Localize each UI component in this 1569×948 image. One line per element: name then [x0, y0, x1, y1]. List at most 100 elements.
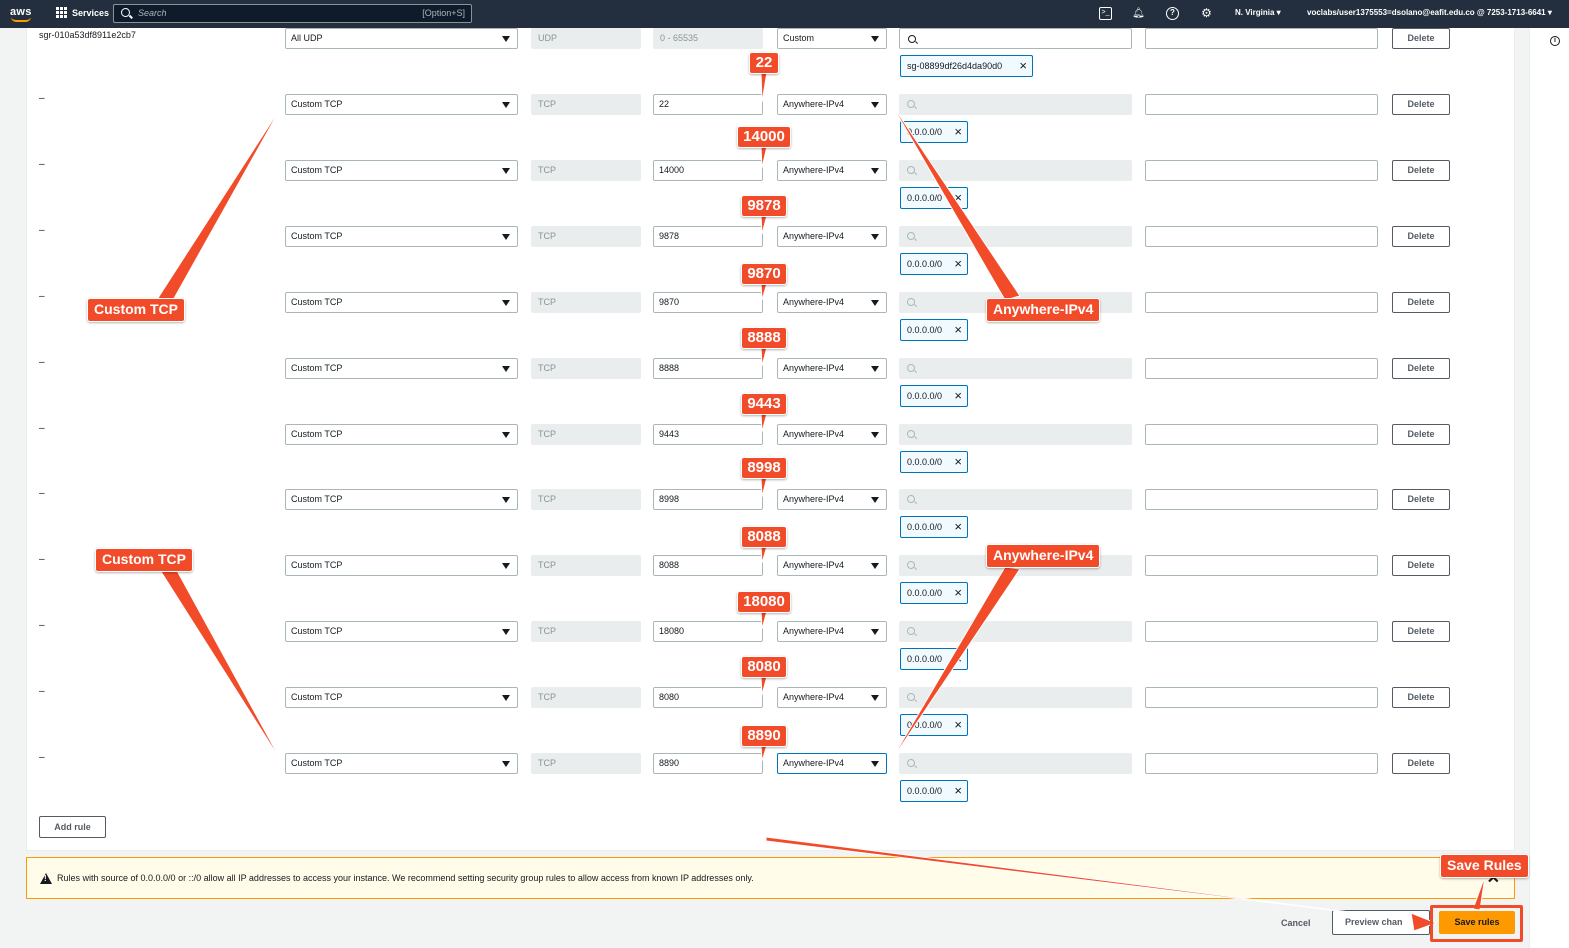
description-input[interactable]: [1145, 753, 1378, 774]
delete-button[interactable]: Delete: [1392, 28, 1450, 49]
port-range-input[interactable]: 9443: [653, 424, 763, 445]
close-icon[interactable]: ×: [954, 520, 962, 533]
cancel-button[interactable]: Cancel: [1281, 918, 1311, 928]
source-type-select[interactable]: Anywhere-IPv4: [777, 489, 887, 510]
description-input[interactable]: [1145, 358, 1378, 379]
global-search-input[interactable]: Search [Option+S]: [113, 4, 472, 23]
delete-button[interactable]: Delete: [1392, 226, 1450, 247]
description-input[interactable]: [1145, 28, 1378, 49]
caret-down-icon: [502, 102, 510, 108]
port-range-input[interactable]: 18080: [653, 621, 763, 642]
source-type-select[interactable]: Anywhere-IPv4: [777, 160, 887, 181]
delete-button[interactable]: Delete: [1392, 687, 1450, 708]
gear-icon[interactable]: ⚙︎: [1200, 7, 1213, 20]
source-search-input[interactable]: [899, 687, 1132, 708]
close-icon[interactable]: ×: [954, 652, 962, 665]
delete-button[interactable]: Delete: [1392, 358, 1450, 379]
source-type-select[interactable]: Anywhere-IPv4: [777, 555, 887, 576]
cloudshell-icon[interactable]: >_: [1099, 7, 1112, 20]
cidr-token: 0.0.0.0/0 ×: [900, 385, 968, 407]
rule-type-select[interactable]: Custom TCP: [285, 292, 518, 313]
info-icon[interactable]: i: [1550, 36, 1560, 46]
source-type-select[interactable]: Anywhere-IPv4: [777, 94, 887, 115]
rule-type-select[interactable]: Custom TCP: [285, 753, 518, 774]
description-input[interactable]: [1145, 555, 1378, 576]
source-type-select[interactable]: Anywhere-IPv4: [777, 424, 887, 445]
source-search-input[interactable]: [899, 489, 1132, 510]
description-input[interactable]: [1145, 621, 1378, 642]
close-icon[interactable]: ×: [954, 191, 962, 204]
source-search-input[interactable]: [899, 226, 1132, 247]
source-type-select[interactable]: Anywhere-IPv4: [777, 753, 887, 774]
delete-button[interactable]: Delete: [1392, 753, 1450, 774]
close-icon[interactable]: ×: [954, 784, 962, 797]
source-search-input[interactable]: [899, 621, 1132, 642]
source-search-input[interactable]: [899, 94, 1132, 115]
port-range-input[interactable]: 8998: [653, 489, 763, 510]
description-input[interactable]: [1145, 489, 1378, 510]
rule-type-select[interactable]: Custom TCP: [285, 358, 518, 379]
source-search-input[interactable]: [899, 160, 1132, 181]
source-type-select[interactable]: Anywhere-IPv4: [777, 226, 887, 247]
bell-icon[interactable]: 🔔︎: [1132, 7, 1145, 20]
description-input[interactable]: [1145, 687, 1378, 708]
delete-button[interactable]: Delete: [1392, 160, 1450, 181]
description-input[interactable]: [1145, 226, 1378, 247]
port-range-input[interactable]: 8888: [653, 358, 763, 379]
description-input[interactable]: [1145, 424, 1378, 445]
close-icon[interactable]: ×: [954, 389, 962, 402]
region-selector[interactable]: N. Virginia ▾: [1235, 8, 1281, 17]
delete-button[interactable]: Delete: [1392, 489, 1450, 510]
annotation-port: 18080: [737, 591, 791, 613]
description-input[interactable]: [1145, 94, 1378, 115]
port-range-input[interactable]: 8080: [653, 687, 763, 708]
close-icon[interactable]: ×: [954, 257, 962, 270]
delete-button[interactable]: Delete: [1392, 424, 1450, 445]
description-input[interactable]: [1145, 160, 1378, 181]
caret-down-icon: [502, 563, 510, 569]
port-range-input[interactable]: 9870: [653, 292, 763, 313]
delete-button[interactable]: Delete: [1392, 621, 1450, 642]
services-menu[interactable]: Services: [56, 7, 109, 18]
delete-button[interactable]: Delete: [1392, 555, 1450, 576]
rule-type-select[interactable]: Custom TCP: [285, 160, 518, 181]
close-icon[interactable]: ×: [954, 125, 962, 138]
source-type-select[interactable]: Anywhere-IPv4: [777, 292, 887, 313]
source-type-select[interactable]: Anywhere-IPv4: [777, 687, 887, 708]
rule-type-select[interactable]: Custom TCP: [285, 424, 518, 445]
description-input[interactable]: [1145, 292, 1378, 313]
source-search-input[interactable]: [899, 753, 1132, 774]
rule-type-value: Custom TCP: [291, 494, 343, 504]
rule-type-select[interactable]: Custom TCP: [285, 555, 518, 576]
source-search-input[interactable]: [899, 358, 1132, 379]
delete-button[interactable]: Delete: [1392, 94, 1450, 115]
source-search-input[interactable]: [899, 28, 1132, 49]
port-range-input[interactable]: 22: [653, 94, 763, 115]
source-type-select[interactable]: Anywhere-IPv4: [777, 621, 887, 642]
account-menu[interactable]: voclabs/user1375553=dsolano@eafit.edu.co…: [1307, 8, 1552, 17]
rule-type-select[interactable]: All UDP: [285, 28, 518, 49]
rule-type-select[interactable]: Custom TCP: [285, 94, 518, 115]
port-range-input[interactable]: 9878: [653, 226, 763, 247]
port-range-input[interactable]: 14000: [653, 160, 763, 181]
close-icon[interactable]: ×: [954, 586, 962, 599]
preview-changes-button[interactable]: Preview chan: [1332, 910, 1430, 935]
close-icon[interactable]: ×: [954, 455, 962, 468]
rule-type-select[interactable]: Custom TCP: [285, 226, 518, 247]
protocol-field: TCP: [531, 292, 641, 313]
source-type-select[interactable]: Anywhere-IPv4: [777, 358, 887, 379]
close-icon[interactable]: ×: [954, 323, 962, 336]
close-icon[interactable]: ×: [1019, 59, 1027, 72]
rule-type-select[interactable]: Custom TCP: [285, 489, 518, 510]
source-type-value: Anywhere-IPv4: [783, 297, 845, 307]
close-icon[interactable]: ×: [954, 718, 962, 731]
port-range-input[interactable]: 8890: [653, 753, 763, 774]
rule-type-select[interactable]: Custom TCP: [285, 687, 518, 708]
delete-button[interactable]: Delete: [1392, 292, 1450, 313]
port-range-input[interactable]: 8088: [653, 555, 763, 576]
source-type-select[interactable]: Custom: [777, 28, 887, 49]
help-icon[interactable]: ?: [1166, 7, 1179, 20]
source-search-input[interactable]: [899, 424, 1132, 445]
add-rule-button[interactable]: Add rule: [39, 816, 106, 838]
rule-type-select[interactable]: Custom TCP: [285, 621, 518, 642]
